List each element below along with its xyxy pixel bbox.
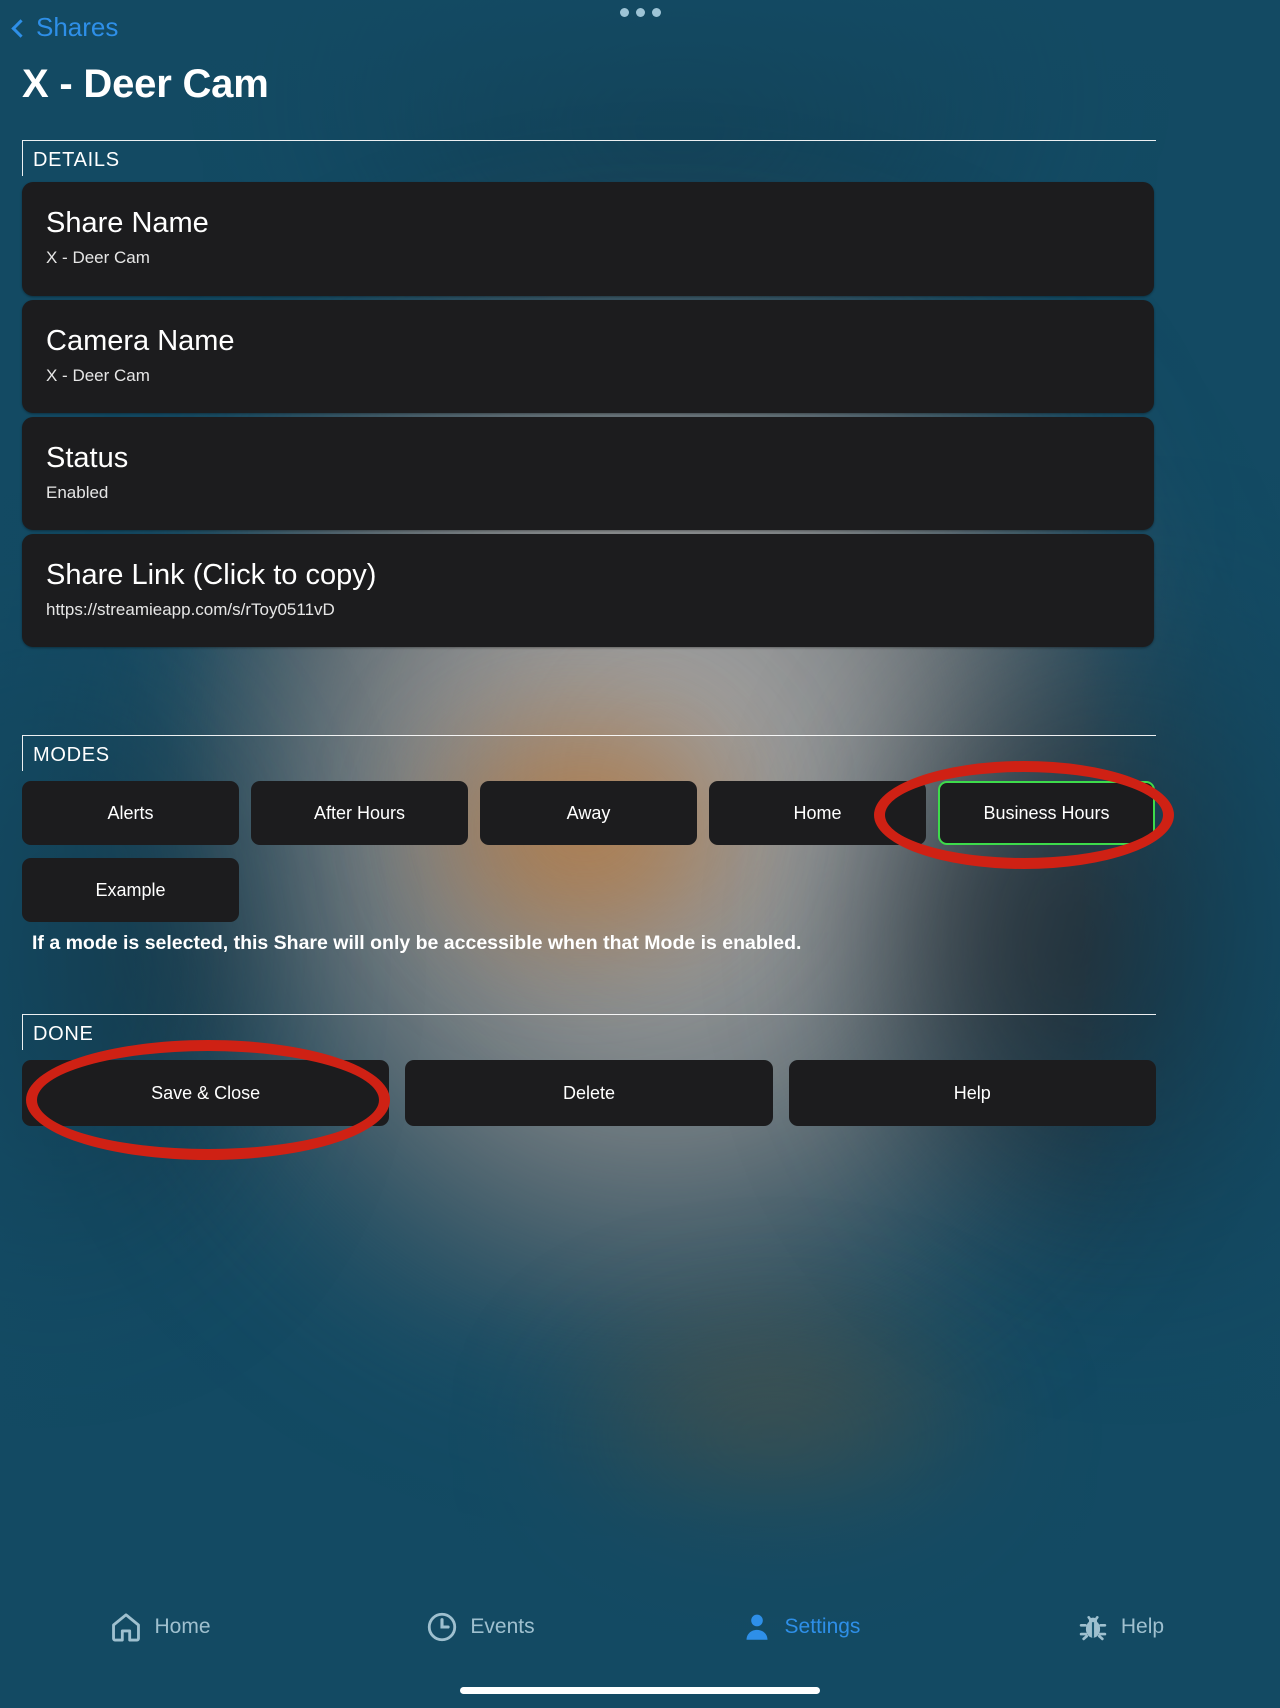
- done-section-frame: DONE: [22, 1014, 1156, 1050]
- clock-icon: [428, 1612, 457, 1642]
- tab-help[interactable]: Help: [960, 1610, 1280, 1644]
- mode-button-after-hours[interactable]: After Hours: [251, 781, 468, 845]
- drag-dot: [635, 8, 645, 17]
- share-name-label: Share Name: [46, 207, 209, 239]
- tab-events-label: Events: [470, 1615, 535, 1638]
- tab-help-label: Help: [1120, 1615, 1165, 1638]
- tab-home-label: Home: [154, 1615, 211, 1638]
- mode-button-away[interactable]: Away: [480, 781, 697, 845]
- share-link-url: https://streamieapp.com/s/rToy0511vD: [46, 600, 335, 620]
- modes-button-grid: Alerts After Hours Away Home Business Ho…: [22, 781, 1156, 935]
- status-label: Status: [46, 442, 129, 474]
- home-indicator: [460, 1687, 820, 1694]
- share-link-card[interactable]: Share Link (Click to copy) https://strea…: [22, 534, 1154, 647]
- share-link-label: Share Link (Click to copy): [46, 559, 377, 591]
- modes-section-legend: MODES: [33, 744, 110, 766]
- share-name-value: X - Deer Cam: [46, 248, 150, 268]
- mode-button-label: Example: [95, 879, 166, 900]
- share-detail-screen: Shares X - Deer Cam DETAILS Share Name X…: [0, 0, 1280, 1708]
- tab-home[interactable]: Home: [0, 1610, 320, 1644]
- person-icon: [746, 1614, 768, 1640]
- mode-button-alerts[interactable]: Alerts: [22, 781, 239, 845]
- details-section-legend: DETAILS: [33, 149, 120, 171]
- help-button[interactable]: Help: [788, 1060, 1156, 1126]
- chevron-left-icon: [11, 18, 30, 38]
- mode-button-label: Away: [566, 802, 611, 823]
- tab-events[interactable]: Events: [320, 1610, 640, 1644]
- done-button-row: Save & Close Delete Help: [22, 1060, 1156, 1126]
- mode-button-label: Home: [793, 802, 842, 823]
- mode-button-business-hours[interactable]: Business Hours: [938, 781, 1155, 845]
- delete-button[interactable]: Delete: [405, 1060, 773, 1126]
- done-section-legend: DONE: [33, 1023, 94, 1045]
- mode-button-example[interactable]: Example: [22, 858, 239, 922]
- page-title: X - Deer Cam: [22, 62, 269, 106]
- share-name-card[interactable]: Share Name X - Deer Cam: [22, 182, 1154, 296]
- bug-icon: [1079, 1616, 1107, 1641]
- camera-name-value: X - Deer Cam: [46, 366, 150, 386]
- save-and-close-button[interactable]: Save & Close: [22, 1060, 390, 1126]
- modes-section-frame: MODES: [22, 735, 1156, 771]
- mode-button-label: Business Hours: [983, 802, 1110, 823]
- back-to-shares-link[interactable]: Shares: [11, 12, 119, 43]
- modes-help-text: If a mode is selected, this Share will o…: [32, 932, 802, 954]
- house-icon: [112, 1613, 141, 1642]
- mode-button-label: Alerts: [107, 802, 154, 823]
- tab-settings[interactable]: Settings: [640, 1610, 960, 1644]
- mode-button-home[interactable]: Home: [709, 781, 926, 845]
- drag-handle-dots-icon[interactable]: [0, 8, 1280, 17]
- drag-dot: [651, 8, 661, 17]
- status-value: Enabled: [46, 483, 109, 503]
- camera-name-label: Camera Name: [46, 325, 235, 357]
- camera-name-card[interactable]: Camera Name X - Deer Cam: [22, 300, 1154, 413]
- status-card[interactable]: Status Enabled: [22, 417, 1154, 530]
- mode-button-label: After Hours: [313, 802, 406, 823]
- tab-settings-label: Settings: [784, 1615, 861, 1638]
- details-section-frame: DETAILS: [22, 140, 1156, 176]
- drag-dot: [619, 8, 629, 17]
- back-link-label: Shares: [36, 12, 119, 42]
